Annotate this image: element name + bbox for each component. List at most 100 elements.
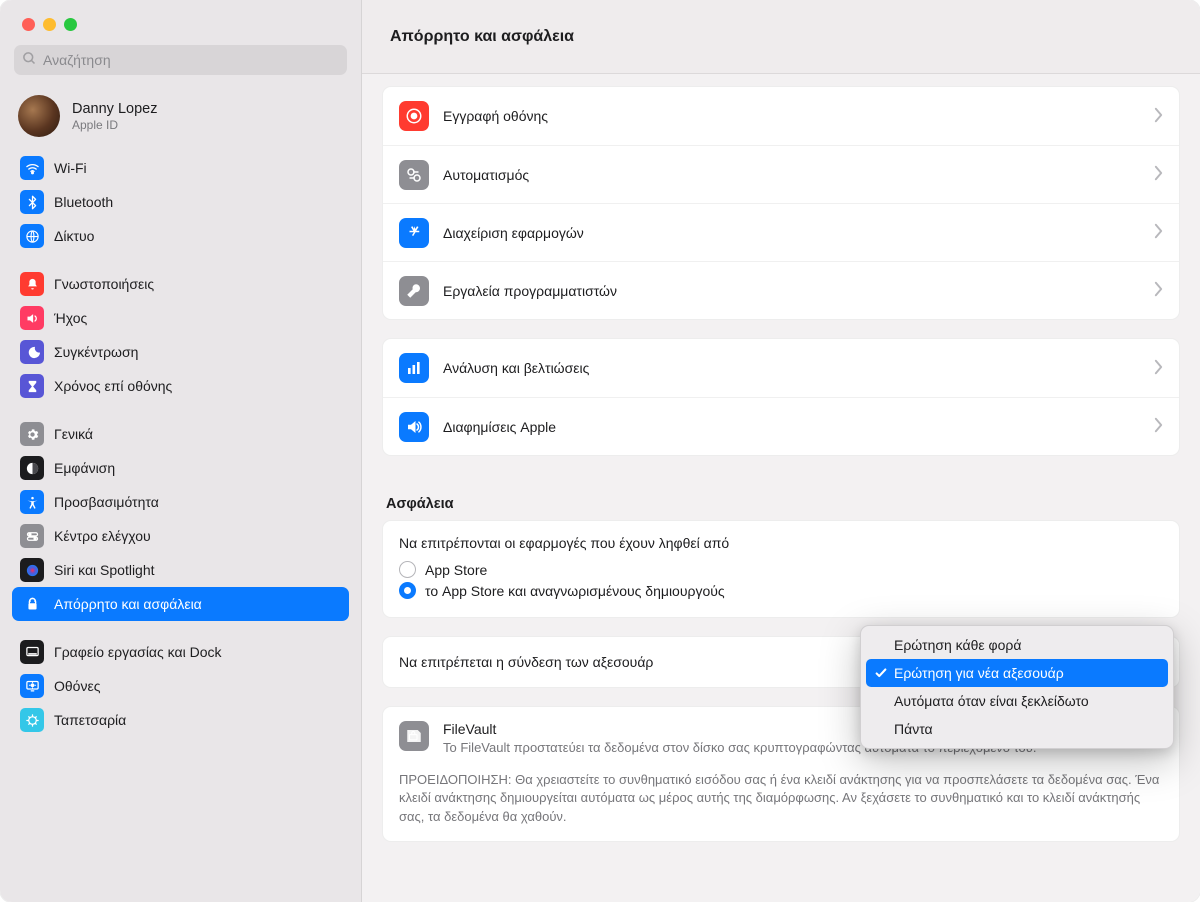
radio-button[interactable] <box>399 582 416 599</box>
focus-icon <box>20 340 44 364</box>
siri-icon <box>20 558 44 582</box>
filevault-warning: ΠΡΟΕΙΔΟΠΟΙΗΣΗ: Θα χρειαστείτε το συνθημα… <box>399 771 1163 828</box>
sidebar-item-focus[interactable]: Συγκέντρωση <box>12 335 349 369</box>
sidebar-item-label: Συγκέντρωση <box>54 344 138 360</box>
search-icon <box>22 51 37 69</box>
automation-icon <box>399 160 429 190</box>
avatar <box>18 95 60 137</box>
accessibility-icon <box>20 490 44 514</box>
allow-accessories-label: Να επιτρέπεται η σύνδεση των αξεσουάρ <box>399 654 653 670</box>
radio-option[interactable]: το App Store και αναγνωρισμένους δημιουρ… <box>399 582 1163 599</box>
appstore-icon <box>399 218 429 248</box>
account-row[interactable]: Danny Lopez Apple ID <box>0 85 361 151</box>
sidebar-item-network[interactable]: Δίκτυο <box>12 219 349 253</box>
search-field[interactable] <box>14 45 347 75</box>
privacy-panel-2: Ανάλυση και βελτιώσεις Διαφημίσεις Apple <box>382 338 1180 456</box>
privacy-row-devtools[interactable]: Εργαλεία προγραμματιστών <box>383 261 1179 319</box>
dropdown-option-label: Ερώτηση κάθε φορά <box>894 637 1021 653</box>
bell-icon <box>20 272 44 296</box>
account-name: Danny Lopez <box>72 100 157 118</box>
privacy-row-label: Διαφημίσεις Apple <box>443 419 1140 435</box>
sidebar: Danny Lopez Apple ID Wi-Fi BluetoothΔίκτυ… <box>0 0 362 902</box>
dropdown-option-label: Πάντα <box>894 721 933 737</box>
appearance-icon <box>20 456 44 480</box>
sidebar-item-dock[interactable]: Γραφείο εργασίας και Dock <box>12 635 349 669</box>
sidebar-item-label: Wi-Fi <box>54 160 87 176</box>
chevron-right-icon <box>1154 417 1163 436</box>
sidebar-item-bluetooth[interactable]: Bluetooth <box>12 185 349 219</box>
ads-icon <box>399 412 429 442</box>
sidebar-item-label: Γνωστοποιήσεις <box>54 276 154 292</box>
sidebar-item-wallpaper[interactable]: Ταπετσαρία <box>12 703 349 737</box>
privacy-row-appstore[interactable]: Διαχείριση εφαρμογών <box>383 203 1179 261</box>
wifi-icon <box>20 156 44 180</box>
gear-icon <box>20 422 44 446</box>
dropdown-option[interactable]: Ερώτηση για νέα αξεσουάρ <box>866 659 1168 687</box>
close-button[interactable] <box>22 18 35 31</box>
sidebar-item-sound[interactable]: Ήχος <box>12 301 349 335</box>
controlcenter-icon <box>20 524 44 548</box>
wallpaper-icon <box>20 708 44 732</box>
sidebar-item-gear[interactable]: Γενικά <box>12 417 349 451</box>
page-title: Απόρρητο και ασφάλεια <box>390 28 574 46</box>
dropdown-option-label: Ερώτηση για νέα αξεσουάρ <box>894 665 1064 681</box>
chevron-right-icon <box>1154 359 1163 378</box>
sidebar-nav: Wi-Fi BluetoothΔίκτυο Γνωστοποιήσεις Ήχος Συ… <box>0 151 361 892</box>
radio-label: το App Store και αναγνωρισμένους δημιουρ… <box>425 583 725 599</box>
sound-icon <box>20 306 44 330</box>
sidebar-item-hourglass[interactable]: Χρόνος επί οθόνης <box>12 369 349 403</box>
privacy-row-record[interactable]: Εγγραφή οθόνης <box>383 87 1179 145</box>
dropdown-option[interactable]: Αυτόματα όταν είναι ξεκλείδωτο <box>866 687 1168 715</box>
record-icon <box>399 101 429 131</box>
sidebar-item-bell[interactable]: Γνωστοποιήσεις <box>12 267 349 301</box>
filevault-icon <box>399 721 429 751</box>
sidebar-item-label: Απόρρητο και ασφάλεια <box>54 596 202 612</box>
sidebar-item-privacy[interactable]: Απόρρητο και ασφάλεια <box>12 587 349 621</box>
sidebar-item-label: Προσβασιμότητα <box>54 494 159 510</box>
chevron-right-icon <box>1154 223 1163 242</box>
accessories-dropdown[interactable]: Ερώτηση κάθε φορά Ερώτηση για νέα αξεσουά… <box>860 625 1174 749</box>
radio-label: App Store <box>425 562 487 578</box>
radio-button[interactable] <box>399 561 416 578</box>
bluetooth-icon <box>20 190 44 214</box>
radio-option[interactable]: App Store <box>399 561 1163 578</box>
dropdown-option[interactable]: Ερώτηση κάθε φορά <box>866 631 1168 659</box>
analytics-icon <box>399 353 429 383</box>
sidebar-item-controlcenter[interactable]: Κέντρο ελέγχου <box>12 519 349 553</box>
sidebar-item-label: Ταπετσαρία <box>54 712 126 728</box>
maximize-button[interactable] <box>64 18 77 31</box>
privacy-panel-1: Εγγραφή οθόνης Αυτοματισμός Διαχείριση εφα… <box>382 86 1180 320</box>
network-icon <box>20 224 44 248</box>
chevron-right-icon <box>1154 281 1163 300</box>
privacy-row-label: Εργαλεία προγραμματιστών <box>443 283 1140 299</box>
sidebar-item-appearance[interactable]: Εμφάνιση <box>12 451 349 485</box>
chevron-right-icon <box>1154 107 1163 126</box>
sidebar-item-displays[interactable]: Οθόνες <box>12 669 349 703</box>
privacy-row-label: Αυτοματισμός <box>443 167 1140 183</box>
privacy-row-automation[interactable]: Αυτοματισμός <box>383 145 1179 203</box>
search-input[interactable] <box>43 52 339 68</box>
sidebar-item-label: Οθόνες <box>54 678 100 694</box>
privacy-row-label: Διαχείριση εφαρμογών <box>443 225 1140 241</box>
displays-icon <box>20 674 44 698</box>
sidebar-item-label: Κέντρο ελέγχου <box>54 528 151 544</box>
minimize-button[interactable] <box>43 18 56 31</box>
security-section-title: Ασφάλεια <box>382 474 1180 520</box>
chevron-right-icon <box>1154 165 1163 184</box>
sidebar-item-wifi[interactable]: Wi-Fi <box>12 151 349 185</box>
dock-icon <box>20 640 44 664</box>
account-sub: Apple ID <box>72 118 157 132</box>
privacy-row-ads[interactable]: Διαφημίσεις Apple <box>383 397 1179 455</box>
allow-apps-card: Να επιτρέπονται οι εφαρμογές που έχουν λ… <box>382 520 1180 618</box>
sidebar-item-label: Γενικά <box>54 426 93 442</box>
sidebar-item-accessibility[interactable]: Προσβασιμότητα <box>12 485 349 519</box>
devtools-icon <box>399 276 429 306</box>
privacy-row-label: Ανάλυση και βελτιώσεις <box>443 360 1140 376</box>
privacy-row-label: Εγγραφή οθόνης <box>443 108 1140 124</box>
privacy-row-analytics[interactable]: Ανάλυση και βελτιώσεις <box>383 339 1179 397</box>
dropdown-option-label: Αυτόματα όταν είναι ξεκλείδωτο <box>894 693 1089 709</box>
check-icon <box>874 666 888 680</box>
sidebar-item-siri[interactable]: Siri και Spotlight <box>12 553 349 587</box>
dropdown-option[interactable]: Πάντα <box>866 715 1168 743</box>
main-pane: Απόρρητο και ασφάλεια Εγγραφή οθόνης Αυτο… <box>362 0 1200 902</box>
